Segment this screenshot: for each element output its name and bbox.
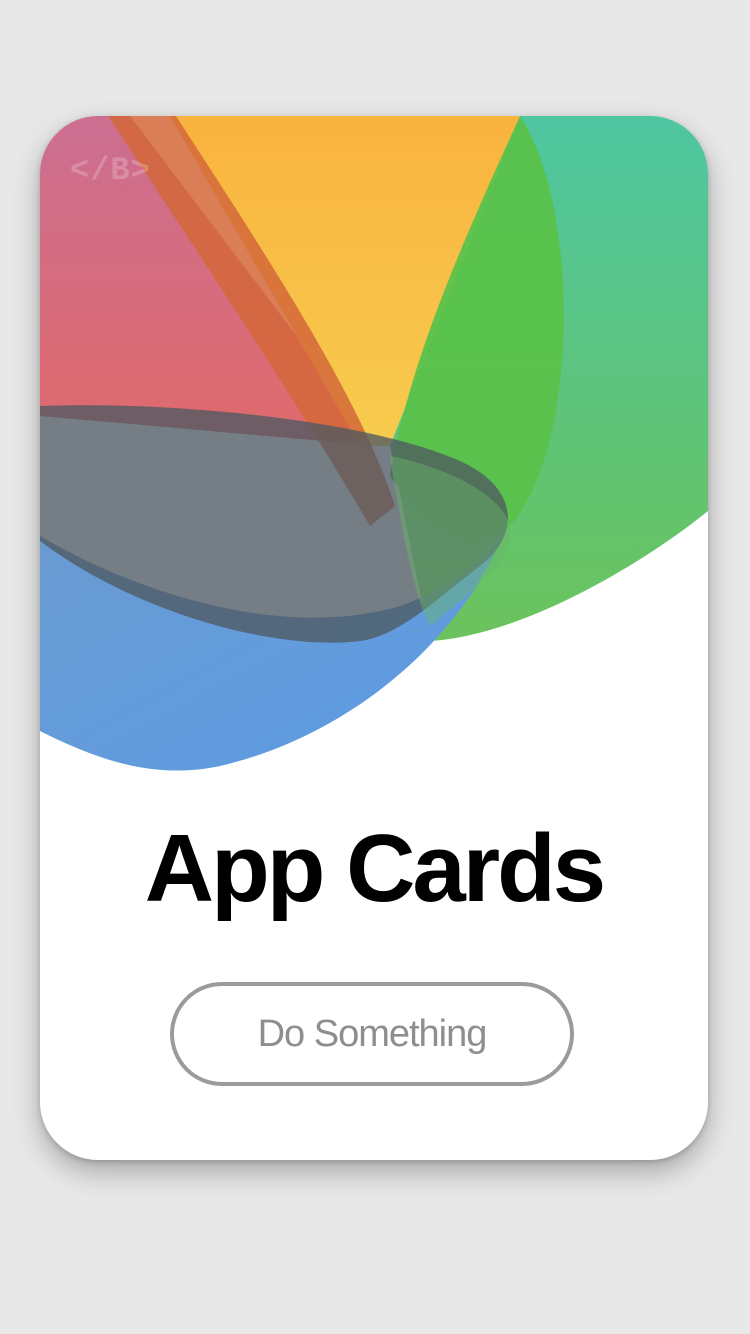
- card-title: App Cards: [144, 815, 606, 922]
- brand-logo: </B>: [70, 152, 151, 189]
- app-card[interactable]: </B> App Cards Do Something: [40, 116, 708, 1160]
- app-screen: </B> App Cards Do Something: [0, 0, 750, 1334]
- do-something-button[interactable]: Do Something: [170, 982, 574, 1086]
- card-artwork: [40, 116, 708, 771]
